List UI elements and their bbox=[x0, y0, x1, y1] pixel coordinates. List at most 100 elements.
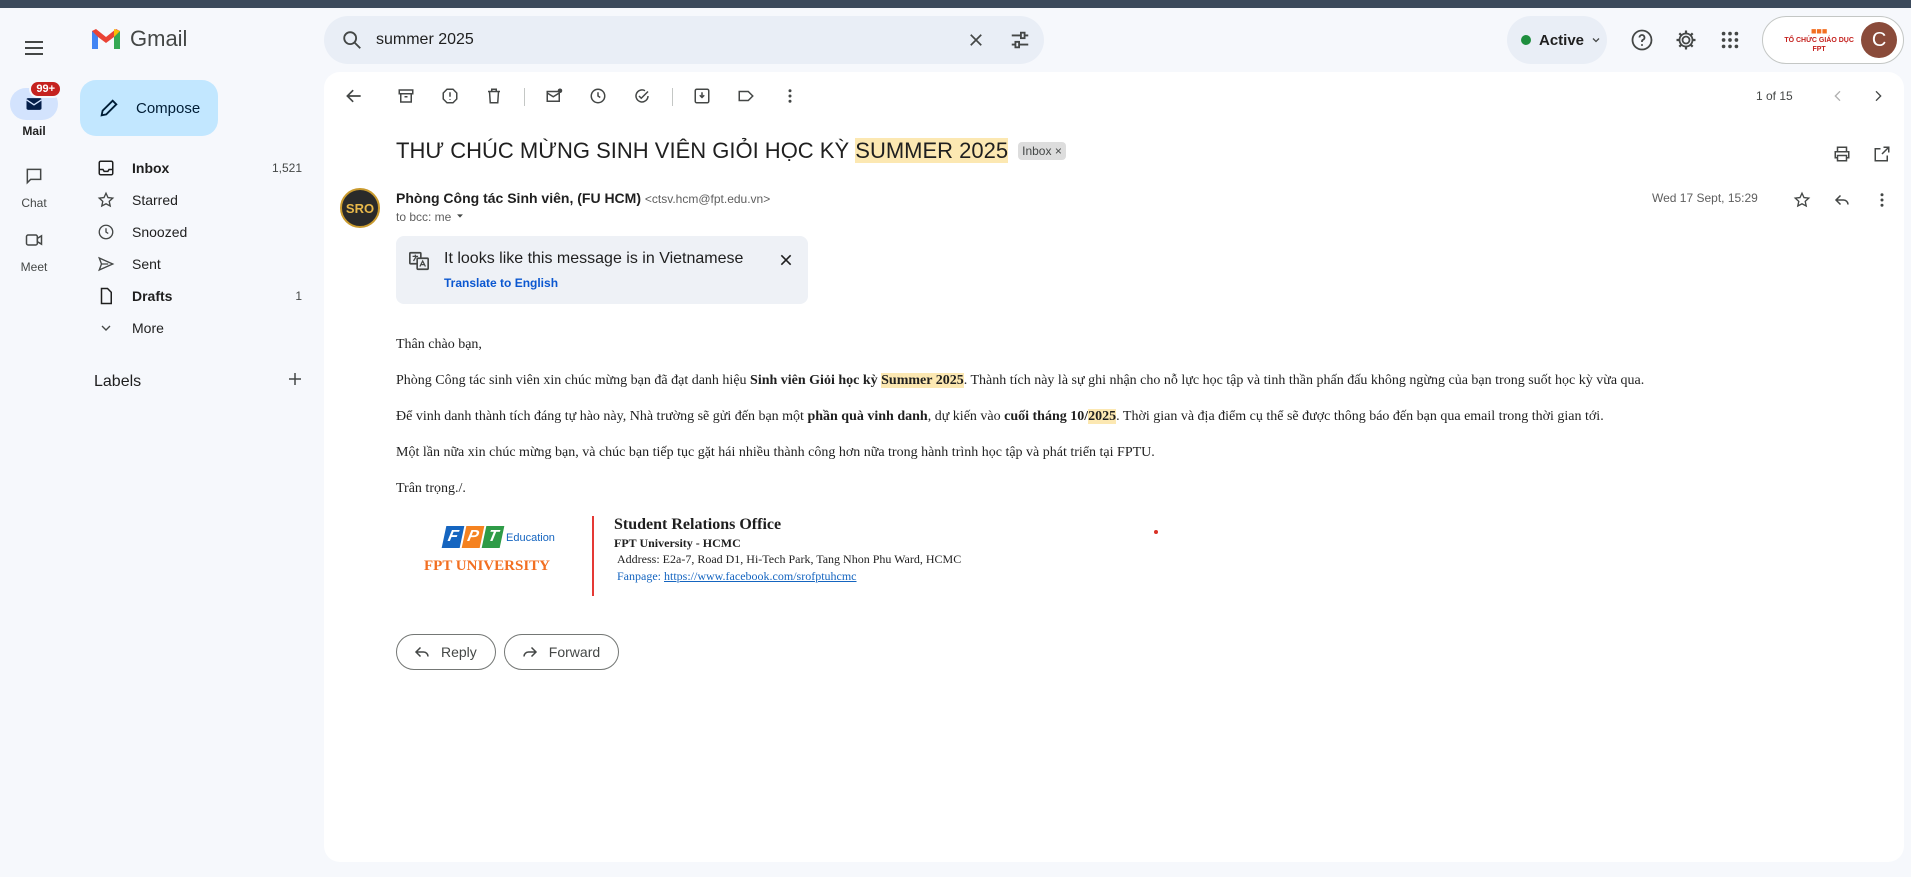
sender-email: <ctsv.hcm@fpt.edu.vn> bbox=[644, 192, 771, 206]
message-body: Thân chào bạn, Phòng Công tác sinh viên … bbox=[396, 336, 1796, 516]
move-to-button[interactable] bbox=[686, 80, 718, 112]
sidebar-nav: Inbox 1,521 Starred Snoozed Sent Drafts … bbox=[80, 152, 310, 344]
logo-education-text: Education bbox=[506, 532, 555, 544]
open-in-new-icon bbox=[1874, 146, 1890, 162]
clear-search-button[interactable] bbox=[956, 20, 996, 60]
reply-label: Reply bbox=[441, 644, 477, 660]
print-icon bbox=[1834, 146, 1850, 162]
sidebar-item-count: 1,521 bbox=[271, 161, 302, 175]
labels-button[interactable] bbox=[730, 80, 762, 112]
archive-button[interactable] bbox=[390, 80, 422, 112]
star-button[interactable] bbox=[1786, 184, 1818, 216]
newer-button[interactable] bbox=[1822, 80, 1854, 112]
p2-text-end: . Thời gian và địa điểm cụ thể sẽ được t… bbox=[1116, 409, 1604, 424]
mark-unread-button[interactable] bbox=[538, 80, 570, 112]
sidebar-item-more[interactable]: More bbox=[80, 312, 310, 344]
older-button[interactable] bbox=[1862, 80, 1894, 112]
search-button[interactable] bbox=[328, 16, 376, 64]
translate-link[interactable]: Translate to English bbox=[444, 276, 558, 290]
subject-highlight: SUMMER 2025 bbox=[855, 138, 1009, 163]
toolbar-divider bbox=[524, 88, 525, 106]
subject-title: THƯ CHÚC MỪNG SINH VIÊN GIỎI HỌC KỲ SUMM… bbox=[396, 138, 1009, 164]
sidebar-item-sent[interactable]: Sent bbox=[80, 248, 310, 280]
signature-divider bbox=[592, 516, 594, 596]
settings-button[interactable] bbox=[1666, 20, 1706, 60]
plus-icon bbox=[289, 373, 301, 385]
search-input[interactable] bbox=[376, 31, 956, 49]
sender-avatar[interactable]: SRO bbox=[340, 188, 380, 228]
back-button[interactable] bbox=[338, 80, 370, 112]
sidebar-item-inbox[interactable]: Inbox 1,521 bbox=[80, 152, 310, 184]
email-signature: F P T Education FPT UNIVERSITY Student R… bbox=[396, 516, 996, 596]
recipient-line[interactable]: to bcc: me bbox=[396, 210, 465, 224]
gmail-logo[interactable]: Gmail bbox=[90, 26, 187, 52]
delete-button[interactable] bbox=[478, 80, 510, 112]
logo-university-text: FPT UNIVERSITY bbox=[424, 558, 550, 574]
apps-grid-icon bbox=[1721, 31, 1739, 49]
message-more-button[interactable] bbox=[1866, 184, 1898, 216]
account-button[interactable]: ■■■ TỔ CHỨC GIÁO DỤC FPT C bbox=[1762, 16, 1904, 64]
p1-text: Phòng Công tác sinh viên xin chúc mừng b… bbox=[396, 373, 751, 388]
p1-text-end: . Thành tích này là sự ghi nhận cho nỗ l… bbox=[963, 373, 1645, 388]
reply-button[interactable]: Reply bbox=[396, 634, 496, 670]
p2-text-mid: , dự kiến vào bbox=[927, 409, 1005, 424]
chat-icon bbox=[26, 168, 42, 185]
clock-icon bbox=[98, 224, 114, 240]
open-new-window-button[interactable] bbox=[1866, 138, 1898, 170]
rail-item-mail[interactable]: 99+ Mail bbox=[0, 80, 68, 138]
status-label: Active bbox=[1539, 31, 1585, 49]
toolbar-divider bbox=[672, 88, 673, 106]
report-spam-button[interactable] bbox=[434, 80, 466, 112]
add-to-tasks-button[interactable] bbox=[626, 80, 658, 112]
pagination-text: 1 of 15 bbox=[1756, 89, 1793, 103]
p2-text: Để vinh danh thành tích đáng tự hào này,… bbox=[396, 409, 808, 424]
rail-meet-label: Meet bbox=[20, 260, 48, 274]
apps-button[interactable] bbox=[1710, 20, 1750, 60]
forward-button[interactable]: Forward bbox=[503, 634, 620, 670]
remove-label-icon[interactable]: × bbox=[1055, 144, 1062, 158]
inbox-label-chip[interactable]: Inbox × bbox=[1018, 142, 1066, 160]
paragraph-1: Phòng Công tác sinh viên xin chúc mừng b… bbox=[396, 372, 1796, 389]
status-selector[interactable]: Active bbox=[1507, 16, 1607, 64]
inbox-chip-label: Inbox bbox=[1022, 144, 1052, 158]
fanpage-label: Fanpage: bbox=[617, 569, 664, 583]
fpt-blocks: F P T bbox=[441, 526, 505, 548]
paragraph-3: Một lần nữa xin chúc mừng bạn, và chúc b… bbox=[396, 445, 1155, 460]
search-bar bbox=[324, 16, 1044, 64]
move-to-icon bbox=[694, 88, 710, 104]
forward-label: Forward bbox=[548, 644, 601, 660]
p2-highlight: 2025 bbox=[1088, 409, 1117, 424]
message-subject: THƯ CHÚC MỪNG SINH VIÊN GIỎI HỌC KỲ SUMM… bbox=[396, 138, 1066, 164]
dismiss-translate-button[interactable] bbox=[774, 248, 798, 272]
help-icon bbox=[1631, 29, 1653, 51]
reply-actions: Reply Forward bbox=[396, 634, 620, 670]
arrow-back-icon bbox=[346, 89, 361, 103]
compose-button[interactable]: Compose bbox=[80, 80, 218, 136]
greeting: Thân chào bạn, bbox=[396, 337, 482, 352]
app-name: Gmail bbox=[130, 26, 188, 51]
fanpage-link[interactable]: https://www.facebook.com/srofptuhcmc bbox=[664, 569, 857, 583]
support-button[interactable] bbox=[1622, 20, 1662, 60]
snooze-button[interactable] bbox=[582, 80, 614, 112]
caret-down-icon bbox=[456, 214, 463, 218]
close-icon bbox=[970, 34, 982, 46]
rail-item-chat[interactable]: Chat bbox=[0, 160, 68, 210]
sidebar-item-count: 1 bbox=[295, 289, 302, 303]
sidebar-item-starred[interactable]: Starred bbox=[80, 184, 310, 216]
create-label-button[interactable] bbox=[286, 370, 304, 393]
report-icon bbox=[442, 88, 458, 104]
main-menu-button[interactable] bbox=[14, 28, 54, 68]
signature-title: Student Relations Office bbox=[614, 516, 782, 533]
print-all-button[interactable] bbox=[1826, 138, 1858, 170]
sender-name[interactable]: Phòng Công tác Sinh viên, (FU HCM) bbox=[396, 190, 641, 206]
sidebar-item-drafts[interactable]: Drafts 1 bbox=[80, 280, 310, 312]
search-options-button[interactable] bbox=[1000, 20, 1040, 60]
sidebar-item-label: More bbox=[132, 320, 164, 336]
reply-icon-button[interactable] bbox=[1826, 184, 1858, 216]
rail-item-meet[interactable]: Meet bbox=[0, 224, 68, 274]
sidebar-item-snoozed[interactable]: Snoozed bbox=[80, 216, 310, 248]
trash-icon bbox=[488, 88, 500, 104]
signature-address: Address: E2a-7, Road D1, Hi-Tech Park, T… bbox=[617, 552, 962, 566]
more-actions-button[interactable] bbox=[774, 80, 806, 112]
p1-highlight: Summer 2025 bbox=[881, 373, 964, 388]
